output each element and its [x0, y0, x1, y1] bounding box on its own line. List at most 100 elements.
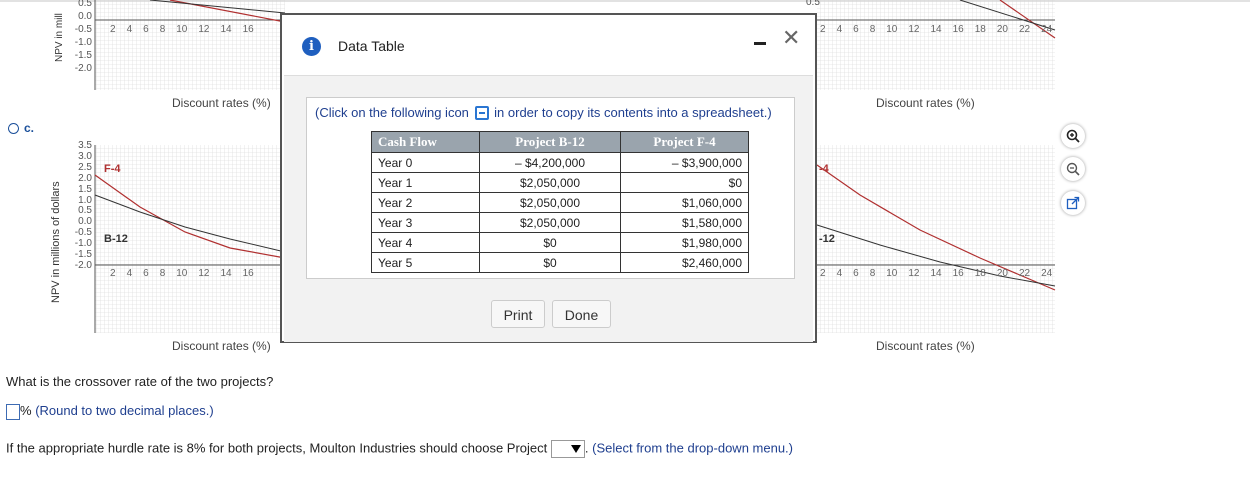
- table-cell: Year 1: [371, 172, 480, 193]
- table-row: Year 2 $2,050,000 $1,060,000: [371, 192, 749, 213]
- table-cell: $1,060,000: [620, 192, 749, 213]
- x-tick: 8: [159, 24, 166, 35]
- series-label-f4-right: -4: [819, 163, 829, 175]
- table-cell: $0: [479, 232, 621, 253]
- y-axis-label-top-left: NPV in mill: [54, 13, 65, 62]
- x-tick: 14: [930, 24, 942, 35]
- x-tick: 2: [820, 24, 826, 35]
- x-tick: 4: [836, 24, 843, 35]
- question-crossover: What is the crossover rate of the two pr…: [6, 374, 274, 389]
- x-tick: 14: [930, 268, 942, 279]
- table-row: Year 1 $2,050,000 $0: [371, 172, 749, 193]
- table-cell: $2,460,000: [620, 252, 749, 273]
- x-tick: 16: [242, 24, 254, 35]
- x-tick: 2: [110, 24, 116, 35]
- x-ticks-bottom-left: 2 4 6 8 10 12 14 16: [110, 268, 254, 279]
- option-c-radio[interactable]: [8, 122, 19, 134]
- close-icon[interactable]: ✕: [782, 27, 800, 49]
- chart-top-left: [94, 0, 286, 90]
- instruction-text: (Click on the following icon: [315, 105, 469, 120]
- x-tick: 10: [176, 24, 188, 35]
- crossover-input[interactable]: [6, 403, 20, 420]
- x-axis-label-top-left: Discount rates (%): [172, 96, 271, 110]
- zoom-out-icon[interactable]: [1061, 157, 1085, 181]
- x-tick: 10: [176, 268, 188, 279]
- x-tick: 16: [242, 268, 254, 279]
- y-tick: -2.0: [74, 63, 92, 74]
- copy-instruction: (Click on the following icon in order to…: [315, 105, 772, 120]
- x-tick: 8: [869, 24, 876, 35]
- dialog-header: i Data Table ✕: [282, 15, 815, 75]
- table-cell: $2,050,000: [479, 192, 621, 213]
- y-tick: -1.0: [74, 37, 92, 48]
- data-table-dialog: i Data Table ✕ (Click on the following i…: [280, 13, 817, 343]
- table-cell: Year 2: [371, 192, 480, 213]
- option-c-label: c.: [24, 121, 35, 135]
- percent-unit: %: [20, 403, 32, 418]
- y-tick: 0.5: [78, 0, 92, 9]
- x-ticks-top-right: 2 4 6 8 10 12 14 16 18 20 22 24: [820, 24, 1052, 35]
- dropdown-hint: (Select from the drop-down menu.): [592, 440, 793, 456]
- option-c[interactable]: c.: [8, 121, 34, 135]
- data-panel: (Click on the following icon in order to…: [306, 97, 795, 279]
- x-axis-label-bottom-left: Discount rates (%): [172, 339, 271, 353]
- chart-bottom-right: [816, 145, 1056, 333]
- table-cell: Year 3: [371, 212, 480, 233]
- table-cell: – $3,900,000: [620, 152, 749, 173]
- y-tick: 0.0: [78, 11, 92, 22]
- dialog-title: Data Table: [338, 38, 405, 54]
- x-tick: 22: [1019, 24, 1031, 35]
- series-label-f4: F-4: [104, 163, 121, 175]
- zoom-in-icon[interactable]: [1061, 124, 1085, 148]
- x-tick: 14: [220, 24, 232, 35]
- question-hurdle-row: If the appropriate hurdle rate is 8% for…: [6, 440, 793, 458]
- round-hint: (Round to two decimal places.): [35, 403, 214, 418]
- y-ticks-top-left: 0.5 0.0 -0.5 -1.0 -1.5 -2.0: [66, 0, 92, 75]
- done-button[interactable]: Done: [552, 300, 611, 328]
- x-tick: 12: [198, 268, 210, 279]
- series-label-b12: B-12: [104, 233, 128, 245]
- question-hurdle: If the appropriate hurdle rate is 8% for…: [6, 440, 548, 456]
- y-tick: -0.5: [74, 24, 92, 35]
- x-tick: 18: [974, 268, 986, 279]
- x-tick: 12: [908, 24, 920, 35]
- minimize-icon[interactable]: [754, 42, 766, 45]
- x-axis-label-bottom-right: Discount rates (%): [876, 339, 975, 353]
- x-ticks-top-left: 2 4 6 8 10 12 14 16: [110, 24, 254, 35]
- x-ticks-bottom-right: 2 4 6 8 10 12 14 16 18 20 22 24: [820, 268, 1052, 279]
- copy-to-spreadsheet-icon[interactable]: [474, 106, 489, 120]
- y-axis-label-bottom-left: NPV in millions of dollars: [50, 181, 62, 303]
- x-tick: 20: [996, 268, 1008, 279]
- x-tick: 20: [996, 24, 1008, 35]
- table-header-row: Cash Flow Project B-12 Project F-4: [371, 131, 749, 153]
- table-cell: $1,980,000: [620, 232, 749, 253]
- table-row: Year 3 $2,050,000 $1,580,000: [371, 212, 749, 233]
- project-dropdown[interactable]: [550, 440, 585, 458]
- x-tick: 6: [853, 268, 859, 279]
- chart-top-right: [817, 0, 1056, 90]
- x-tick: 4: [836, 268, 843, 279]
- print-button[interactable]: Print: [491, 300, 545, 328]
- y-ticks-bottom-left: 3.5 3.0 2.5 2.0 1.5 1.0 0.5 0.0 -0.5 -1.…: [64, 140, 92, 272]
- x-tick: 10: [886, 24, 898, 35]
- dropdown-arrow-icon: [570, 445, 581, 453]
- x-tick: 4: [126, 24, 133, 35]
- x-tick: 22: [1019, 268, 1031, 279]
- dialog-body: (Click on the following icon in order to…: [284, 75, 813, 342]
- column-header: Project B-12: [479, 131, 621, 153]
- table-cell: Year 5: [371, 252, 480, 273]
- y-tick: 1.5: [78, 183, 92, 195]
- x-tick: 14: [220, 268, 232, 279]
- series-label-b12-right: -12: [819, 233, 835, 245]
- x-tick: 16: [952, 24, 964, 35]
- table-cell: – $4,200,000: [479, 152, 621, 173]
- popout-icon[interactable]: [1061, 191, 1085, 215]
- x-tick: 24: [1041, 268, 1053, 279]
- period: .: [584, 440, 589, 456]
- y-tick: 2.0: [78, 172, 92, 184]
- x-tick: 24: [1041, 24, 1053, 35]
- x-tick: 6: [143, 24, 149, 35]
- question-crossover-answer-row: % (Round to two decimal places.): [6, 403, 214, 420]
- x-tick: 12: [908, 268, 920, 279]
- table-row: Year 4 $0 $1,980,000: [371, 232, 749, 253]
